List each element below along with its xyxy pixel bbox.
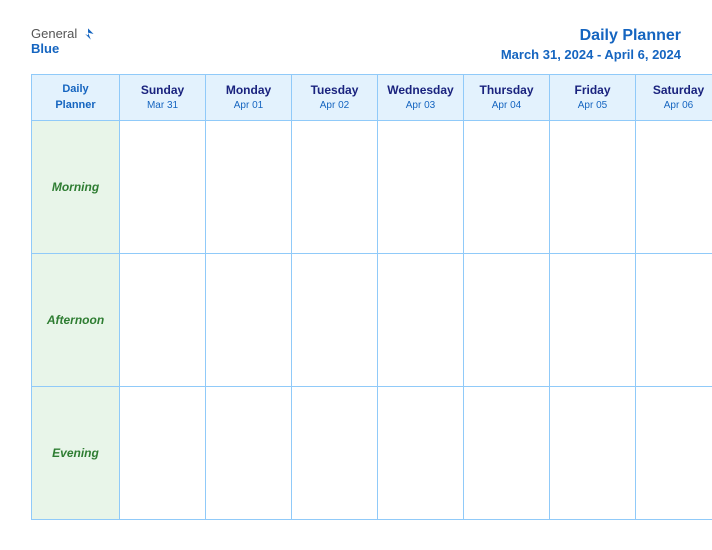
cell-evening-wednesday[interactable] <box>378 386 464 519</box>
cell-evening-sunday[interactable] <box>120 386 206 519</box>
cell-morning-thursday[interactable] <box>464 120 550 253</box>
calendar-header-row: DailyPlanner Sunday Mar 31 Monday Apr 01… <box>32 74 712 120</box>
row-morning: Morning <box>32 120 712 253</box>
cell-morning-tuesday[interactable] <box>292 120 378 253</box>
cell-afternoon-thursday[interactable] <box>464 253 550 386</box>
row-evening: Evening <box>32 386 712 519</box>
cell-afternoon-wednesday[interactable] <box>378 253 464 386</box>
row-label-morning: Morning <box>32 120 120 253</box>
row-label-evening: Evening <box>32 386 120 519</box>
logo-blue-text: Blue <box>31 41 59 56</box>
logo: General <box>31 26 95 41</box>
cell-evening-thursday[interactable] <box>464 386 550 519</box>
cell-afternoon-friday[interactable] <box>550 253 636 386</box>
date-range: March 31, 2024 - April 6, 2024 <box>501 47 681 62</box>
cell-afternoon-sunday[interactable] <box>120 253 206 386</box>
logo-bird-icon <box>81 27 95 41</box>
cell-morning-monday[interactable] <box>206 120 292 253</box>
cell-morning-friday[interactable] <box>550 120 636 253</box>
page: General Blue Daily Planner March 31, 202… <box>11 10 701 540</box>
header-tuesday: Tuesday Apr 02 <box>292 74 378 120</box>
header-thursday: Thursday Apr 04 <box>464 74 550 120</box>
page-title: Daily Planner <box>501 26 681 47</box>
row-afternoon: Afternoon <box>32 253 712 386</box>
cell-afternoon-monday[interactable] <box>206 253 292 386</box>
cell-morning-saturday[interactable] <box>636 120 712 253</box>
header-wednesday: Wednesday Apr 03 <box>378 74 464 120</box>
cell-morning-wednesday[interactable] <box>378 120 464 253</box>
header-friday: Friday Apr 05 <box>550 74 636 120</box>
header-label-cell: DailyPlanner <box>32 74 120 120</box>
header-monday: Monday Apr 01 <box>206 74 292 120</box>
cell-evening-tuesday[interactable] <box>292 386 378 519</box>
logo-area: General Blue <box>31 26 95 56</box>
cell-afternoon-tuesday[interactable] <box>292 253 378 386</box>
header: General Blue Daily Planner March 31, 202… <box>31 26 681 62</box>
logo-general-text: General <box>31 26 77 41</box>
title-area: Daily Planner March 31, 2024 - April 6, … <box>501 26 681 62</box>
cell-evening-saturday[interactable] <box>636 386 712 519</box>
cell-morning-sunday[interactable] <box>120 120 206 253</box>
row-label-afternoon: Afternoon <box>32 253 120 386</box>
cell-evening-monday[interactable] <box>206 386 292 519</box>
cell-evening-friday[interactable] <box>550 386 636 519</box>
header-saturday: Saturday Apr 06 <box>636 74 712 120</box>
header-sunday: Sunday Mar 31 <box>120 74 206 120</box>
cell-afternoon-saturday[interactable] <box>636 253 712 386</box>
calendar-table: DailyPlanner Sunday Mar 31 Monday Apr 01… <box>31 74 712 520</box>
